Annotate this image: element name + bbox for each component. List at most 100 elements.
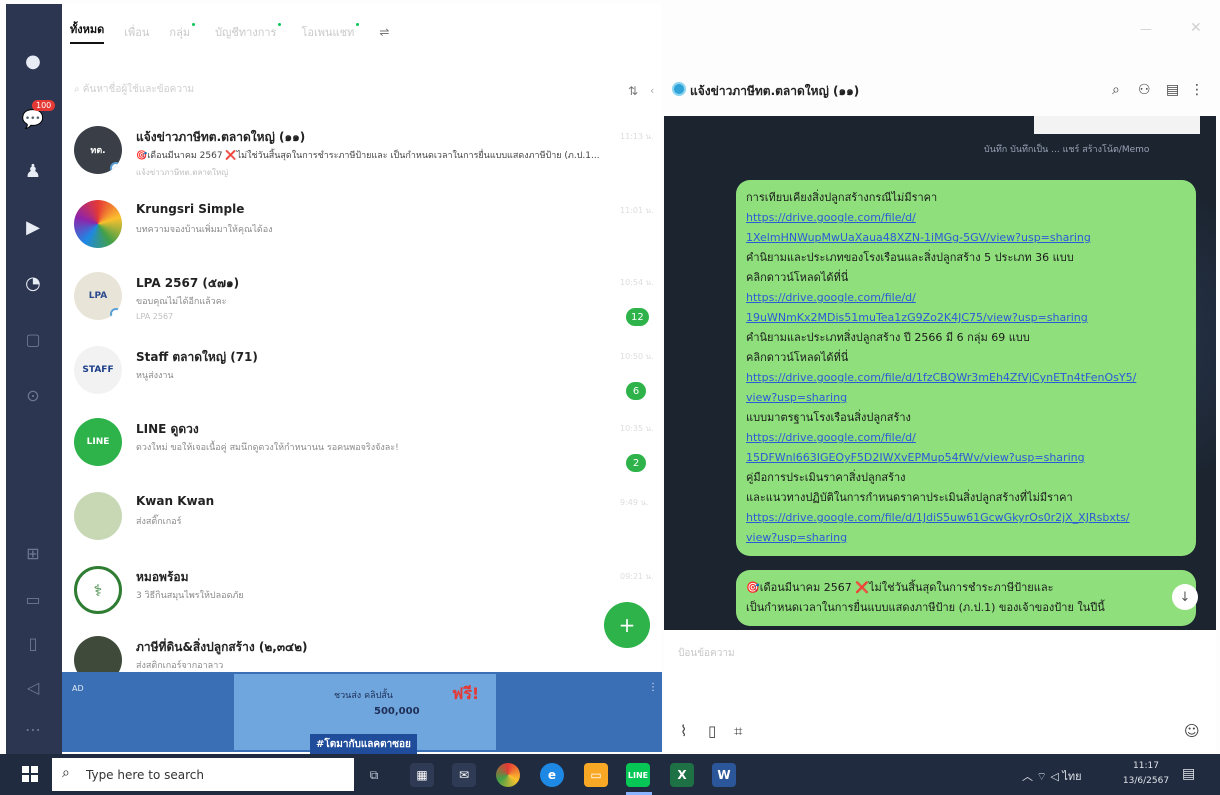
message-input[interactable]: ป้อนข้อความ: [678, 646, 735, 661]
store-icon[interactable]: ▦: [410, 763, 434, 787]
message-bubble[interactable]: การเทียบเคียงสิ่งปลูกสร้างกรณีไม่มีราคา …: [736, 180, 1196, 556]
calendar-icon[interactable]: ▭: [20, 586, 46, 612]
keep-icon[interactable]: ▢: [20, 326, 46, 352]
chat-time: 10:50 น.: [620, 352, 654, 361]
add-friend-icon[interactable]: ⊞: [20, 540, 46, 566]
list-item[interactable]: LINE LINE ดูดวง ดวงใหม่ ขอให้เจอเนื้อคู่…: [74, 418, 664, 488]
chat-search[interactable]: ⌕ ค้นหาชื่อผู้ใช้และข้อความ: [74, 82, 194, 97]
voom-icon[interactable]: ▶: [20, 214, 46, 240]
close-button[interactable]: ✕: [1190, 20, 1202, 36]
list-item[interactable]: STAFF Staff ตลาดใหญ่ (71) หนูส่งงาน 10:5…: [74, 346, 664, 416]
menu-dots-icon[interactable]: ⋯: [20, 716, 46, 742]
message-bubble[interactable]: 🎯เดือนมีนาคม 2567 ❌ไม่ใช่วันสิ้นสุดในการ…: [736, 570, 1196, 626]
pie-icon[interactable]: ◔: [20, 270, 46, 296]
message-link[interactable]: view?usp=sharing: [746, 528, 1186, 548]
list-item[interactable]: LPA LPA 2567 (๕๗๑) ขอบคุณไม่ได้อีกแล้วคะ…: [74, 272, 664, 342]
ad-label: AD: [72, 684, 84, 693]
list-item[interactable]: ⚕ หมอพร้อม 3 วิธีกินสมุนไพรให้ปลอดภัย 09…: [74, 566, 664, 636]
new-chat-button[interactable]: +: [604, 602, 650, 648]
message-link[interactable]: https://drive.google.com/file/d/1fzCBQWr…: [746, 368, 1186, 388]
windows-taskbar: ⌕ Type here to search ⧉ ▦ ✉ e ▭ LINE X W…: [0, 754, 1220, 795]
taskbar-clock[interactable]: 11:17 13/6/2567: [1118, 759, 1174, 789]
ad-banner[interactable]: AD ชวนส่ง คลิปสั้น 500,000 ฟรี! #โตมากับ…: [62, 672, 662, 755]
crop-icon[interactable]: ⌗: [734, 722, 742, 740]
chat-name: Krungsri Simple: [136, 202, 245, 216]
list-item[interactable]: Krungsri Simple บทความจองบ้านเพิ่มมาให้ค…: [74, 200, 664, 270]
chat-name: แจ้งข่าวภาษีทต.ตลาดใหญ่ (๑๑): [136, 130, 306, 144]
chat-preview: 🎯เดือนมีนาคม 2567 ❌ไม่ใช่วันสิ้นสุดในการ…: [136, 151, 600, 161]
list-item[interactable]: ภาษีที่ดิน&สิ่งปลูกสร้าง (๒,๓๔๒) ส่งสติก…: [74, 636, 664, 672]
ad-creative[interactable]: ชวนส่ง คลิปสั้น 500,000 ฟรี! #โตมากับแลค…: [234, 674, 496, 755]
scroll-down-button[interactable]: ↓: [1172, 584, 1198, 610]
notes-icon[interactable]: ▤: [1166, 82, 1179, 98]
chat-name: LINE ดูดวง: [136, 422, 199, 436]
more-menu-icon[interactable]: ⋮: [1190, 82, 1204, 98]
windows-start-button[interactable]: [22, 766, 38, 782]
volume-icon[interactable]: ◁: [1050, 770, 1058, 783]
tab-all[interactable]: ทั้งหมด: [70, 20, 105, 44]
bookmark-icon[interactable]: ▯: [20, 630, 46, 656]
clock-date: 13/6/2567: [1122, 776, 1170, 786]
notification-icon[interactable]: ▤: [1182, 766, 1195, 782]
profile-icon[interactable]: ●: [20, 48, 46, 74]
taskbar-search-input[interactable]: Type here to search: [86, 768, 204, 782]
tab-official[interactable]: บัญชีทางการ: [215, 23, 282, 41]
tab-groups[interactable]: กลุ่ม: [169, 23, 196, 41]
excel-icon[interactable]: X: [670, 763, 694, 787]
sort-icon[interactable]: ⇅: [628, 84, 638, 98]
ad-amount: 500,000: [374, 706, 420, 717]
conversation-title[interactable]: แจ้งข่าวภาษีทต.ตลาดใหญ่ (๑๑): [690, 82, 859, 101]
conversation-body: บันทึก บันทึกเป็น ... แชร์ สร้างโน้ต/Mem…: [664, 116, 1216, 630]
message-link[interactable]: https://drive.google.com/file/d/: [746, 208, 1186, 228]
unread-badge: 2: [626, 454, 646, 472]
message-link[interactable]: https://drive.google.com/file/d/: [746, 428, 1186, 448]
tab-friends[interactable]: เพื่อน: [124, 23, 149, 41]
message-link[interactable]: 1XelmHNWupMwUaXaua48XZN-1iMGg-5GV/view?u…: [746, 228, 1186, 248]
attach-icon[interactable]: ⌇: [680, 722, 687, 740]
message-text: คลิกดาวน์โหลดได้ที่นี่: [746, 271, 849, 284]
tab-dot: [192, 23, 196, 26]
message-quick-actions[interactable]: บันทึก บันทึกเป็น ... แชร์ สร้างโน้ต/Mem…: [984, 142, 1149, 156]
minimize-button[interactable]: —: [1140, 22, 1152, 36]
message-link[interactable]: 19uWNmKx2MDis51muTea1zG9Zo2K4JC75/view?u…: [746, 308, 1186, 328]
conversation-avatar: [672, 82, 686, 96]
line-app-icon[interactable]: LINE: [626, 763, 650, 787]
taskbar-search[interactable]: ⌕ Type here to search: [52, 758, 354, 791]
tray-chevron-icon[interactable]: ︿: [1022, 770, 1033, 783]
tab-openchat[interactable]: โอเพนแชท: [301, 23, 360, 41]
network-icon[interactable]: ⌔: [1037, 770, 1047, 783]
friends-icon[interactable]: ♟: [20, 158, 46, 184]
message-link[interactable]: view?usp=sharing: [746, 388, 1186, 408]
add-member-icon[interactable]: ⚇: [1138, 82, 1151, 98]
bookmark-icon[interactable]: ▯: [708, 722, 716, 740]
more-icon[interactable]: ⊙: [20, 382, 46, 408]
system-tray[interactable]: ︿ ⌔ ◁ ไทย: [1022, 767, 1082, 785]
ad-cta: #โตมากับแลคตาซอย: [310, 734, 417, 755]
edge-icon[interactable]: e: [540, 763, 564, 787]
list-item[interactable]: Kwan Kwan ส่งสติ๊กเกอร์ 9:49 น.: [74, 492, 664, 562]
verified-icon: [110, 162, 122, 174]
chat-preview: ส่งสติกเกอร์จากอาลาว: [136, 661, 224, 671]
filter-settings-icon[interactable]: ⇌: [379, 25, 389, 39]
task-view-icon[interactable]: ⧉: [362, 763, 386, 787]
search-icon[interactable]: ⌕: [1112, 82, 1120, 98]
message-link[interactable]: https://drive.google.com/file/d/1JdiS5uw…: [746, 508, 1186, 528]
chat-filter-tabs: ทั้งหมด เพื่อน กลุ่ม บัญชีทางการ โอเพนแช…: [70, 20, 389, 44]
word-icon[interactable]: W: [712, 763, 736, 787]
message-link[interactable]: 15DFWnl663IGEOyF5D2IWXvEPMup54fWv/view?u…: [746, 448, 1186, 468]
list-item[interactable]: ทต. แจ้งข่าวภาษีทต.ตลาดใหญ่ (๑๑) 🎯เดือนม…: [74, 126, 664, 196]
speaker-icon[interactable]: ◁: [20, 674, 46, 700]
emoji-icon[interactable]: ☺: [1184, 722, 1200, 740]
language-indicator[interactable]: ไทย: [1062, 770, 1081, 783]
verified-icon: [110, 308, 122, 320]
ad-menu-icon[interactable]: ⋮: [648, 682, 658, 693]
file-explorer-icon[interactable]: ▭: [584, 763, 608, 787]
chat-time: 11:13 น.: [620, 132, 654, 141]
message-text: คลิกดาวน์โหลดได้ที่นี่: [746, 351, 849, 364]
back-chevron-icon[interactable]: ‹: [650, 84, 654, 97]
message-link[interactable]: https://drive.google.com/file/d/: [746, 288, 1186, 308]
search-input[interactable]: ค้นหาชื่อผู้ใช้และข้อความ: [83, 84, 194, 95]
message-text: เป็นกำหนดเวลาในการยื่นแบบแสดงภาษีป้าย (ภ…: [746, 601, 1105, 614]
mail-icon[interactable]: ✉: [452, 763, 476, 787]
chrome-icon[interactable]: [496, 763, 520, 787]
